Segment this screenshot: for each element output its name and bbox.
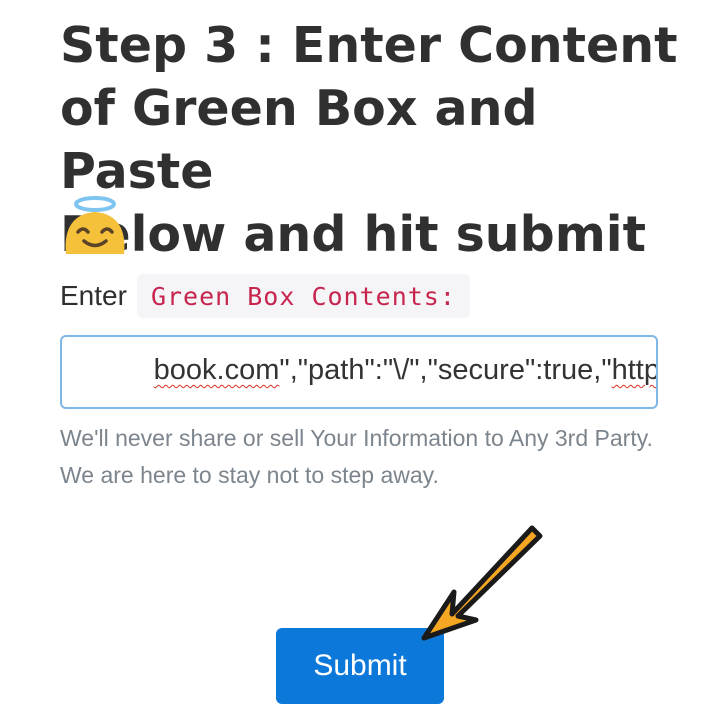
enter-label: Enter bbox=[60, 280, 127, 311]
smiling-face-with-halo-icon bbox=[65, 196, 125, 254]
title-line-3: Below and hit submit bbox=[60, 206, 647, 263]
tagline-note: We are here to stay not to step away. bbox=[60, 462, 439, 488]
input-value: book.com","path":"\/","secure":true,"htt… bbox=[153, 354, 658, 387]
green-box-contents-code: Green Box Contents: bbox=[136, 274, 470, 318]
submit-button[interactable]: Submit bbox=[276, 628, 444, 704]
input-value-part-1: book.com bbox=[153, 354, 280, 386]
title-line-2: of Green Box and Paste bbox=[60, 80, 538, 200]
page-title: Step 3 : Enter Content of Green Box and … bbox=[60, 14, 700, 266]
green-box-contents-input[interactable]: book.com","path":"\/","secure":true,"htt… bbox=[60, 335, 658, 409]
input-value-part-3: http bbox=[611, 354, 658, 386]
input-label-row: Enter Green Box Contents: bbox=[60, 274, 470, 318]
help-text: We'll never share or sell Your Informati… bbox=[60, 420, 680, 494]
privacy-note: We'll never share or sell Your Informati… bbox=[60, 425, 653, 451]
title-line-1: Step 3 : Enter Content bbox=[60, 17, 678, 74]
input-value-part-2: ","path":"\/","secure":true," bbox=[279, 354, 612, 386]
page: Step 3 : Enter Content of Green Box and … bbox=[0, 0, 720, 718]
